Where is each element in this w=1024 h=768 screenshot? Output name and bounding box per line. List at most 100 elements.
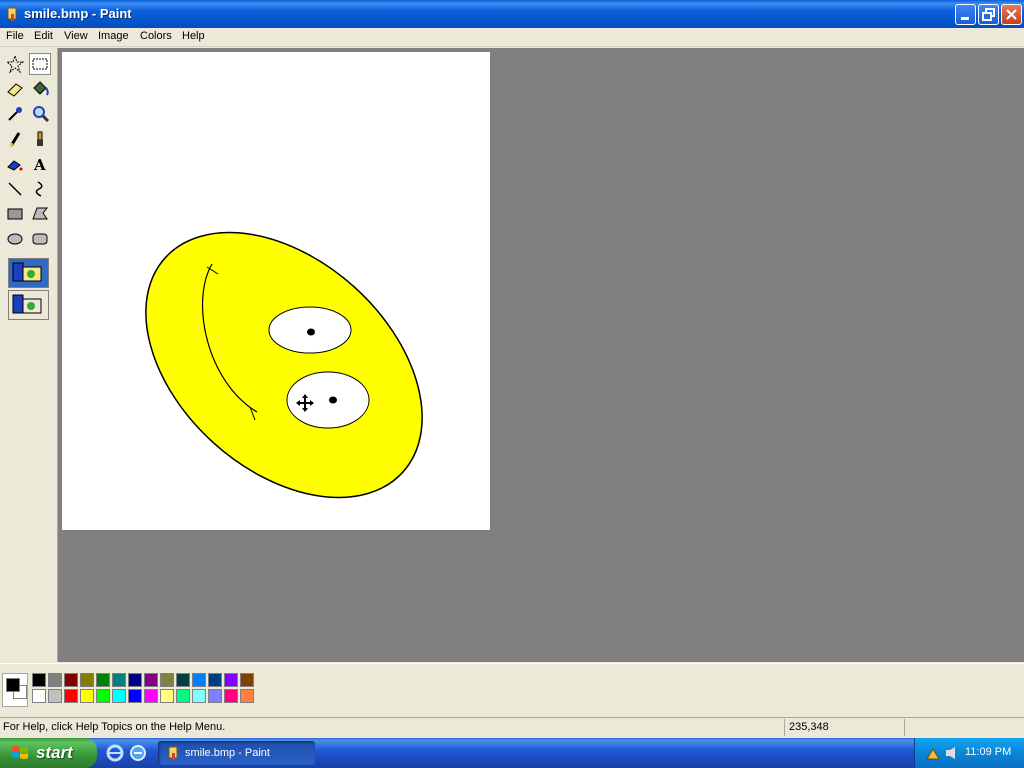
menu-bar: File Edit View Image Colors Help: [0, 28, 1024, 47]
palette-swatch[interactable]: [224, 689, 238, 703]
curve-icon: [35, 181, 43, 197]
palette-swatch[interactable]: [32, 689, 46, 703]
browser-quicklaunch-icon[interactable]: [129, 744, 147, 762]
tool-option-opaque[interactable]: [8, 258, 49, 288]
rect-select-icon: [32, 58, 48, 70]
opaque-option-icon: [12, 262, 42, 282]
tool-box: A: [0, 48, 58, 662]
pencil-tool[interactable]: [4, 128, 26, 150]
polygon-tool[interactable]: [29, 203, 51, 225]
close-button[interactable]: [1001, 4, 1022, 25]
palette-swatch[interactable]: [208, 673, 222, 687]
eraser-tool[interactable]: [4, 78, 26, 100]
internet-explorer-icon[interactable]: [106, 744, 124, 762]
minimize-button[interactable]: [955, 4, 976, 25]
palette-swatch[interactable]: [112, 673, 126, 687]
line-icon: [8, 182, 22, 196]
eyedropper-icon: [8, 107, 22, 121]
restore-button[interactable]: [978, 4, 999, 25]
rounded-rectangle-tool[interactable]: [29, 228, 51, 250]
polygon-icon: [32, 207, 49, 220]
palette-swatch[interactable]: [32, 673, 46, 687]
window-title: smile.bmp - Paint: [24, 6, 132, 21]
palette-swatch[interactable]: [192, 673, 206, 687]
color-box: [0, 663, 1024, 714]
free-form-select-tool[interactable]: [4, 53, 26, 75]
palette-swatch[interactable]: [64, 673, 78, 687]
palette-swatch[interactable]: [96, 689, 110, 703]
curve-tool[interactable]: [29, 178, 51, 200]
taskbar-clock: 11:09 PM: [965, 746, 1012, 758]
ellipse-tool[interactable]: [4, 228, 26, 250]
brush-icon: [37, 131, 43, 146]
palette-swatch[interactable]: [112, 689, 126, 703]
status-help-text: For Help, click Help Topics on the Help …: [3, 721, 226, 733]
fill-tool[interactable]: [29, 78, 51, 100]
palette-swatch[interactable]: [240, 673, 254, 687]
rectangle-tool[interactable]: [4, 203, 26, 225]
foreground-color: [6, 678, 20, 692]
menu-image[interactable]: Image: [98, 30, 129, 42]
palette-swatch[interactable]: [176, 673, 190, 687]
palette-swatch[interactable]: [144, 673, 158, 687]
ellipse-icon: [7, 233, 23, 245]
title-bar[interactable]: smile.bmp - Paint: [0, 0, 1024, 28]
text-a-icon: A: [33, 156, 46, 174]
windows-logo-icon: [12, 746, 28, 759]
menu-view[interactable]: View: [64, 30, 88, 42]
menu-edit[interactable]: Edit: [34, 30, 53, 42]
brush-tool[interactable]: [29, 128, 51, 150]
current-colors[interactable]: [2, 673, 28, 707]
start-button[interactable]: start: [0, 738, 97, 768]
tray-network-icon[interactable]: [925, 745, 941, 761]
tool-option-transparent[interactable]: [8, 290, 49, 320]
line-tool[interactable]: [4, 178, 26, 200]
palette-swatch[interactable]: [240, 689, 254, 703]
palette-swatch[interactable]: [48, 673, 62, 687]
restore-icon: [982, 8, 995, 21]
smiley-drawing: [145, 231, 423, 499]
palette-swatch[interactable]: [64, 689, 78, 703]
menu-colors[interactable]: Colors: [140, 30, 172, 42]
pick-color-tool[interactable]: [4, 103, 26, 125]
system-tray: 11:09 PM: [914, 738, 1024, 768]
palette-swatch[interactable]: [176, 689, 190, 703]
airbrush-tool[interactable]: [4, 153, 26, 175]
magnifier-icon: [33, 106, 50, 123]
palette-swatch[interactable]: [160, 673, 174, 687]
select-tool[interactable]: [29, 53, 51, 75]
drawing-canvas[interactable]: [62, 52, 490, 530]
status-size-pane: [904, 719, 1020, 736]
text-tool[interactable]: A: [29, 153, 51, 175]
minimize-icon: [961, 17, 969, 20]
palette-swatch[interactable]: [80, 689, 94, 703]
palette-swatch[interactable]: [208, 689, 222, 703]
taskbar-paint-button[interactable]: smile.bmp - Paint: [158, 741, 315, 765]
palette-swatch[interactable]: [192, 689, 206, 703]
pencil-icon: [9, 132, 21, 147]
palette-swatch[interactable]: [224, 673, 238, 687]
star-select-icon: [5, 54, 25, 74]
tray-volume-icon[interactable]: [943, 745, 959, 761]
rounded-rectangle-icon: [32, 233, 48, 245]
palette-swatch[interactable]: [144, 689, 158, 703]
menu-file[interactable]: File: [6, 30, 24, 42]
palette-swatch[interactable]: [80, 673, 94, 687]
paint-taskbar-icon: [168, 746, 178, 760]
rectangle-icon: [7, 208, 23, 220]
palette-swatch[interactable]: [96, 673, 110, 687]
palette-swatch[interactable]: [128, 673, 142, 687]
palette-swatch[interactable]: [160, 689, 174, 703]
move-cursor-icon: [296, 394, 314, 412]
status-bar: For Help, click Help Topics on the Help …: [0, 717, 1024, 738]
menu-help[interactable]: Help: [182, 30, 205, 42]
close-icon: [1006, 9, 1017, 20]
palette-swatch[interactable]: [48, 689, 62, 703]
eraser-icon: [7, 83, 23, 97]
paint-bucket-icon: [33, 81, 49, 96]
cursor-coordinates: 235,348: [789, 721, 829, 733]
airbrush-icon: [7, 160, 23, 171]
magnifier-tool[interactable]: [29, 103, 51, 125]
start-label: start: [36, 743, 73, 762]
palette-swatch[interactable]: [128, 689, 142, 703]
